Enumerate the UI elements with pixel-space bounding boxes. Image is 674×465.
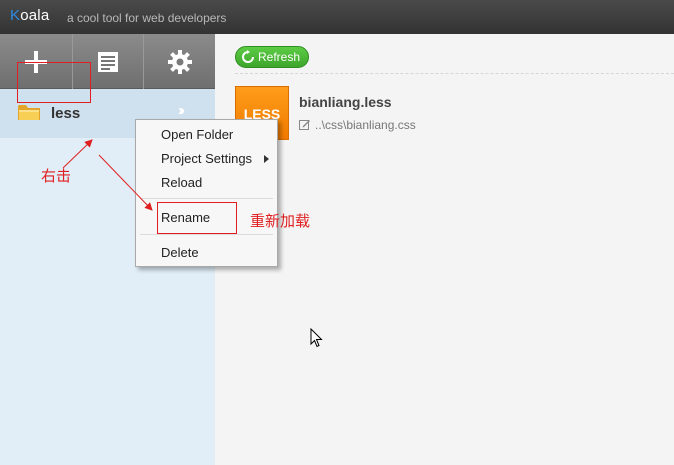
arrow-to-rename xyxy=(98,154,153,211)
arrow-to-project xyxy=(62,139,93,169)
annotation-arrows xyxy=(62,139,153,211)
mouse-cursor-icon xyxy=(310,328,323,348)
